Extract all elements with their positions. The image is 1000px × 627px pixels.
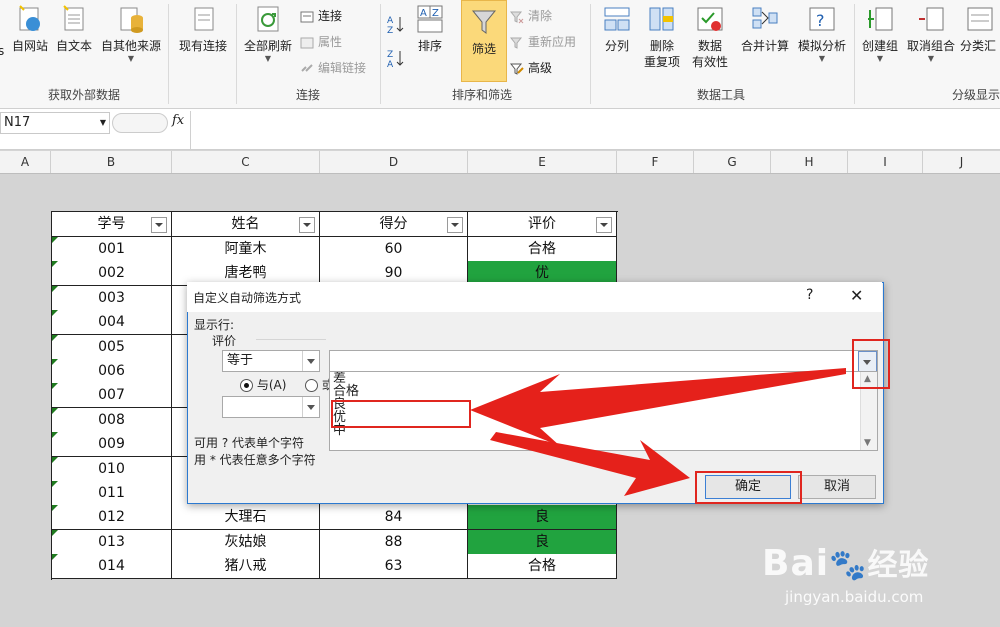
watermark-logo: Bai🐾经验 (762, 540, 929, 584)
annotation-arrows (470, 368, 846, 496)
watermark-url: jingyan.baidu.com (785, 588, 924, 606)
watermark-brand-cn: 经验 (867, 548, 930, 583)
arrow-icon (470, 368, 846, 446)
watermark-brand: Bai (762, 543, 830, 584)
paw-icon: 🐾 (829, 548, 868, 583)
arrow-icon (490, 432, 690, 496)
